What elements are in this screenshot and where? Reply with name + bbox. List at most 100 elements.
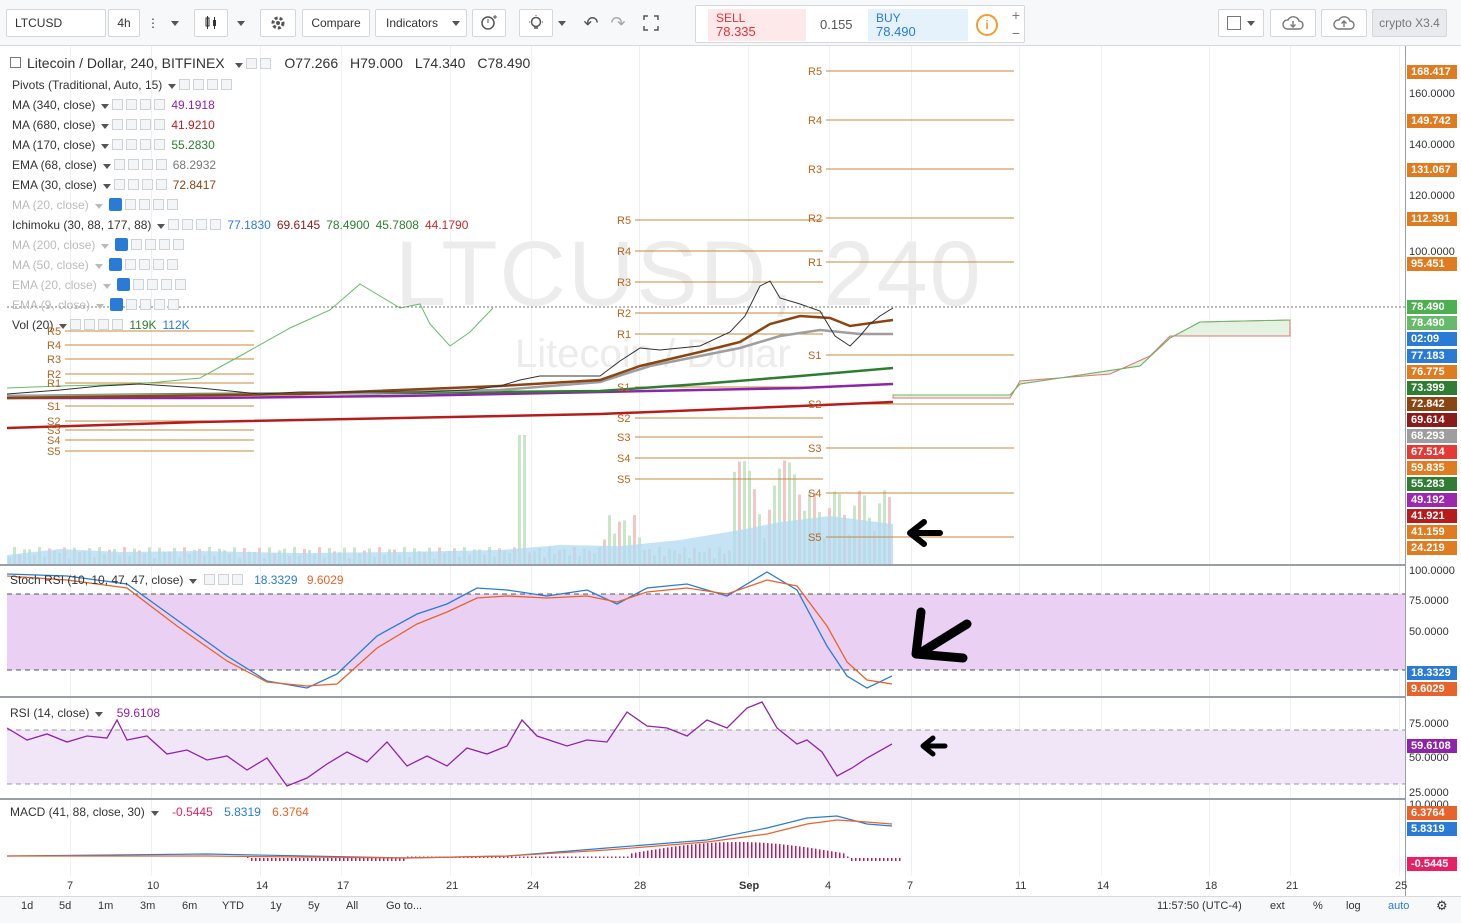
range-button[interactable]: 1y: [270, 900, 282, 912]
pivot-label: R5: [617, 215, 632, 227]
macd-bar: [615, 856, 617, 858]
time-label: 21: [1286, 880, 1299, 892]
candles-icon[interactable]: [194, 9, 228, 37]
settings-gear-icon-bottom[interactable]: ⚙: [1436, 898, 1448, 914]
interval-button[interactable]: 4h: [108, 9, 140, 37]
info-icon[interactable]: i: [976, 14, 998, 36]
compare-button[interactable]: Compare: [302, 9, 370, 37]
eye-icon[interactable]: [115, 238, 129, 251]
buy-button[interactable]: BUY 78.490: [868, 9, 968, 41]
indicator-tag: -0.5445: [1407, 857, 1457, 871]
layout-name[interactable]: crypto X3.4: [1372, 9, 1447, 37]
stoch-tick: 100.0000: [1409, 565, 1455, 577]
study-value: 45.7808: [375, 218, 419, 232]
macd-bar: [311, 858, 313, 861]
study-legend-row[interactable]: Vol (20) 119K 112K: [12, 318, 190, 332]
study-name: EMA (20, close): [12, 278, 97, 292]
study-legend-row[interactable]: Pivots (Traditional, Auto, 15): [12, 78, 233, 92]
lightbulb-icon[interactable]: [519, 9, 553, 37]
indicator-tag: 6.3764: [1407, 806, 1457, 820]
collapse-icon[interactable]: [10, 57, 21, 68]
chart-type-dropdown-icon[interactable]: [229, 9, 253, 37]
study-legend-row[interactable]: EMA (20, close): [12, 278, 186, 292]
range-button[interactable]: 1m: [98, 900, 113, 912]
macd-bar: [599, 856, 601, 858]
cloud-download-icon[interactable]: [1270, 9, 1316, 37]
pivot-label: S2: [617, 413, 631, 425]
more-vert-icon[interactable]: ⋮: [142, 9, 164, 37]
study-legend-row[interactable]: EMA (9, close): [12, 298, 180, 312]
macd-bar: [635, 852, 637, 858]
percent-button[interactable]: %: [1313, 900, 1323, 912]
price-tag: 77.183: [1407, 349, 1457, 363]
study-legend-row[interactable]: EMA (30, close) 72.8417: [12, 178, 216, 192]
eye-icon[interactable]: [108, 198, 122, 211]
range-button[interactable]: 5d: [59, 900, 71, 912]
alert-clock-icon[interactable]: [472, 9, 506, 37]
range-button[interactable]: 6m: [182, 900, 197, 912]
sell-label: SELL: [716, 11, 746, 25]
study-legend-row[interactable]: MA (340, close) 49.1918: [12, 98, 215, 112]
macd-bar: [679, 845, 681, 858]
macd-bar: [611, 856, 613, 858]
range-button[interactable]: 1d: [21, 900, 33, 912]
price-tag: 59.835: [1407, 461, 1457, 475]
time-label: 7: [67, 880, 74, 892]
range-button[interactable]: 3m: [140, 900, 155, 912]
symbol-search[interactable]: LTCUSD: [6, 9, 106, 37]
macd-bar: [535, 856, 537, 858]
log-button[interactable]: log: [1346, 900, 1361, 912]
top-toolbar: LTCUSD 4h ⋮ Compare Indicators ↶ ↷ SELL …: [0, 0, 1461, 46]
interval-dropdown-icon[interactable]: [165, 9, 185, 37]
study-legend-row[interactable]: Ichimoku (30, 88, 177, 88) 77.1830 69.6145…: [12, 218, 468, 232]
ext-button[interactable]: ext: [1270, 900, 1285, 912]
cloud-upload-icon[interactable]: [1321, 9, 1367, 37]
macd-bar: [855, 858, 857, 861]
study-legend-row[interactable]: EMA (68, close) 68.2932: [12, 158, 216, 172]
price-tag: 78.490: [1407, 300, 1457, 314]
macd-bar: [579, 856, 581, 858]
macd-bar: [283, 858, 285, 861]
study-legend-row[interactable]: MA (50, close): [12, 258, 178, 272]
range-button[interactable]: YTD: [222, 900, 244, 912]
range-button[interactable]: All: [346, 900, 358, 912]
eye-icon[interactable]: [108, 258, 122, 271]
study-name: MA (20, close): [12, 198, 89, 212]
study-legend-row[interactable]: MA (170, close) 55.2830: [12, 138, 215, 152]
macd-bar: [359, 858, 361, 861]
sell-button[interactable]: SELL 78.335: [708, 9, 806, 41]
macd-bar: [707, 843, 709, 858]
fullscreen-icon[interactable]: [636, 9, 666, 37]
goto-button[interactable]: Go to...: [386, 900, 422, 912]
price-tag: 02:09: [1407, 332, 1457, 346]
undo-icon[interactable]: ↶: [578, 9, 604, 37]
rsi-pane[interactable]: [7, 698, 1405, 798]
macd-bar: [723, 842, 725, 858]
range-button[interactable]: 5y: [308, 900, 320, 912]
indicators-button[interactable]: Indicators: [375, 9, 467, 37]
redo-icon[interactable]: ↷: [605, 9, 631, 37]
macd-bar: [327, 858, 329, 861]
eye-icon[interactable]: [110, 298, 124, 311]
macd-bar: [271, 858, 273, 861]
settings-gear-icon[interactable]: [260, 9, 296, 37]
macd-bar: [507, 856, 509, 858]
auto-button[interactable]: auto: [1388, 900, 1409, 912]
plus-icon[interactable]: +: [1008, 7, 1024, 24]
macd-bar: [331, 858, 333, 861]
macd-bar: [843, 853, 845, 858]
macd-bar: [727, 842, 729, 858]
macd-bar: [787, 844, 789, 858]
study-value: 49.1918: [171, 98, 215, 112]
eye-icon[interactable]: [116, 278, 130, 291]
layout-button[interactable]: [1218, 9, 1264, 37]
study-legend-row[interactable]: MA (20, close): [12, 198, 178, 212]
pivot-label: S5: [47, 446, 61, 458]
study-legend-row[interactable]: MA (200, close): [12, 238, 185, 252]
lightbulb-dropdown-icon[interactable]: [553, 9, 571, 37]
study-legend-row[interactable]: MA (680, close) 41.9210: [12, 118, 215, 132]
compare-label: Compare: [311, 16, 361, 30]
minus-icon[interactable]: −: [1008, 25, 1024, 42]
macd-bar: [387, 858, 389, 861]
price-tick: 160.0000: [1409, 88, 1455, 100]
